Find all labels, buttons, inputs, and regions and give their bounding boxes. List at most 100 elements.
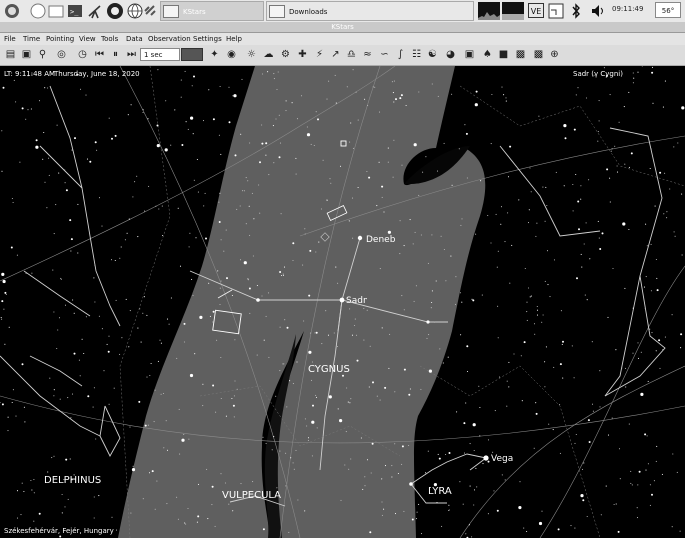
terminal-icon[interactable]: >_ <box>66 2 84 20</box>
ground-toggle-icon[interactable]: ◕ <box>444 48 457 61</box>
background-star <box>490 242 492 244</box>
asteroids-toggle-icon[interactable]: ⚡ <box>313 48 326 61</box>
constellation-boundaries-toggle-icon[interactable]: ∽ <box>378 48 391 61</box>
background-star <box>218 221 221 223</box>
background-star <box>487 460 490 463</box>
background-star <box>348 220 350 222</box>
step-forward-icon[interactable]: ⏭ <box>125 48 138 61</box>
hips-toggle-icon[interactable]: ▣ <box>463 48 476 61</box>
solar-system-toggle-icon[interactable]: ☼ <box>245 48 258 61</box>
background-star <box>575 94 577 96</box>
telescope-icon[interactable] <box>86 2 104 20</box>
background-star <box>163 447 165 449</box>
constellation-lines-toggle-icon[interactable]: ↗ <box>329 48 342 61</box>
temperature-widget[interactable]: 56° <box>655 2 681 18</box>
supernovae-toggle-icon[interactable]: ☁ <box>262 48 275 61</box>
local-time-label: LT: 9:11:48 AM <box>4 70 56 78</box>
background-star <box>256 354 258 356</box>
background-star <box>15 415 17 417</box>
horizon-toggle-icon[interactable]: ☯ <box>426 48 439 61</box>
milky-way-toggle-icon[interactable]: ∫ <box>394 48 407 61</box>
background-star <box>352 237 354 239</box>
background-star <box>330 182 332 184</box>
background-star <box>7 430 9 432</box>
background-star <box>508 386 510 388</box>
vnc-tray-icon[interactable]: VE <box>528 3 544 18</box>
background-star <box>329 178 331 180</box>
background-star <box>598 120 600 122</box>
menu-view[interactable]: View <box>79 35 96 43</box>
background-star <box>662 349 664 351</box>
crosshair-toggle-icon[interactable]: ✚ <box>296 48 309 61</box>
menu-pointing[interactable]: Pointing <box>46 35 74 43</box>
menu-file[interactable]: File <box>4 35 16 43</box>
background-star <box>681 254 683 256</box>
kstars-icon[interactable] <box>106 2 124 20</box>
network-monitor-icon[interactable] <box>548 2 564 20</box>
constellation-names-toggle-icon[interactable]: ≈ <box>361 48 374 61</box>
pause-icon[interactable]: ⏸ <box>109 48 122 61</box>
link-icon[interactable] <box>142 2 160 20</box>
background-star <box>53 455 55 457</box>
telescope-fov-toggle-icon[interactable]: ♠ <box>481 48 494 61</box>
background-star <box>533 447 535 449</box>
star-delta-cyg <box>426 320 430 324</box>
file-manager-icon[interactable] <box>47 2 65 20</box>
background-star <box>265 142 268 145</box>
grid-toggle-icon[interactable]: ☷ <box>410 48 423 61</box>
stars-toggle-icon[interactable]: ✦ <box>208 48 221 61</box>
apps-menu-icon[interactable] <box>3 2 21 20</box>
background-star <box>296 118 299 120</box>
time-step-spinbox[interactable]: 1 sec <box>140 48 180 61</box>
background-star <box>315 111 317 113</box>
globe-location-icon[interactable]: ◎ <box>55 48 68 61</box>
background-star <box>646 245 648 247</box>
background-star <box>389 333 391 335</box>
open-fits-icon[interactable]: ▤ <box>4 48 17 61</box>
image-overlay-icon[interactable]: ▩ <box>532 48 545 61</box>
window-titlebar[interactable]: KStars <box>0 22 685 33</box>
time-step-stepper[interactable] <box>181 48 203 61</box>
taskbar-task-downloads[interactable]: Downloads <box>266 1 474 21</box>
sensor-fov-toggle-icon[interactable]: ■ <box>497 48 510 61</box>
step-back-icon[interactable]: ⏮ <box>93 48 106 61</box>
volume-icon[interactable] <box>590 2 606 20</box>
menu-observation[interactable]: Observation <box>148 35 191 43</box>
background-star <box>4 343 6 345</box>
sky-map-canvas[interactable] <box>0 66 685 538</box>
menu-time[interactable]: Time <box>23 35 40 43</box>
menu-data[interactable]: Data <box>126 35 143 43</box>
menu-settings[interactable]: Settings <box>193 35 222 43</box>
background-star <box>5 293 7 295</box>
target-crosshair-icon[interactable]: ⊕ <box>548 48 561 61</box>
bluetooth-icon[interactable] <box>570 2 582 20</box>
menu-tools[interactable]: Tools <box>101 35 118 43</box>
browser-icon[interactable] <box>29 2 47 20</box>
background-star <box>597 140 599 142</box>
taskbar-task-kstars[interactable]: KStars <box>160 1 264 21</box>
background-star <box>647 380 649 382</box>
set-time-clock-icon[interactable]: ◷ <box>76 48 89 61</box>
background-star <box>655 258 657 261</box>
background-star <box>653 480 655 482</box>
constellation-art-toggle-icon[interactable]: ♎ <box>345 48 358 61</box>
menu-help[interactable]: Help <box>226 35 242 43</box>
background-star <box>350 458 352 460</box>
background-star <box>529 167 531 169</box>
background-star <box>263 339 265 341</box>
background-star <box>60 278 62 280</box>
background-star <box>408 393 411 396</box>
background-star <box>370 472 372 474</box>
background-star <box>500 206 503 208</box>
background-star <box>262 436 264 438</box>
find-object-icon[interactable]: ⚲ <box>36 48 49 61</box>
save-image-icon[interactable]: ▣ <box>20 48 33 61</box>
background-star <box>93 496 95 498</box>
background-star <box>307 439 309 441</box>
observing-list-icon[interactable]: ▩ <box>514 48 527 61</box>
background-star <box>644 308 646 310</box>
deep-sky-toggle-icon[interactable]: ◉ <box>225 48 238 61</box>
background-star <box>624 287 626 289</box>
sky-map[interactable]: LT: 9:11:48 AM Thursday, June 18, 2020 S… <box>0 66 685 538</box>
satellites-toggle-icon[interactable]: ⚙ <box>279 48 292 61</box>
